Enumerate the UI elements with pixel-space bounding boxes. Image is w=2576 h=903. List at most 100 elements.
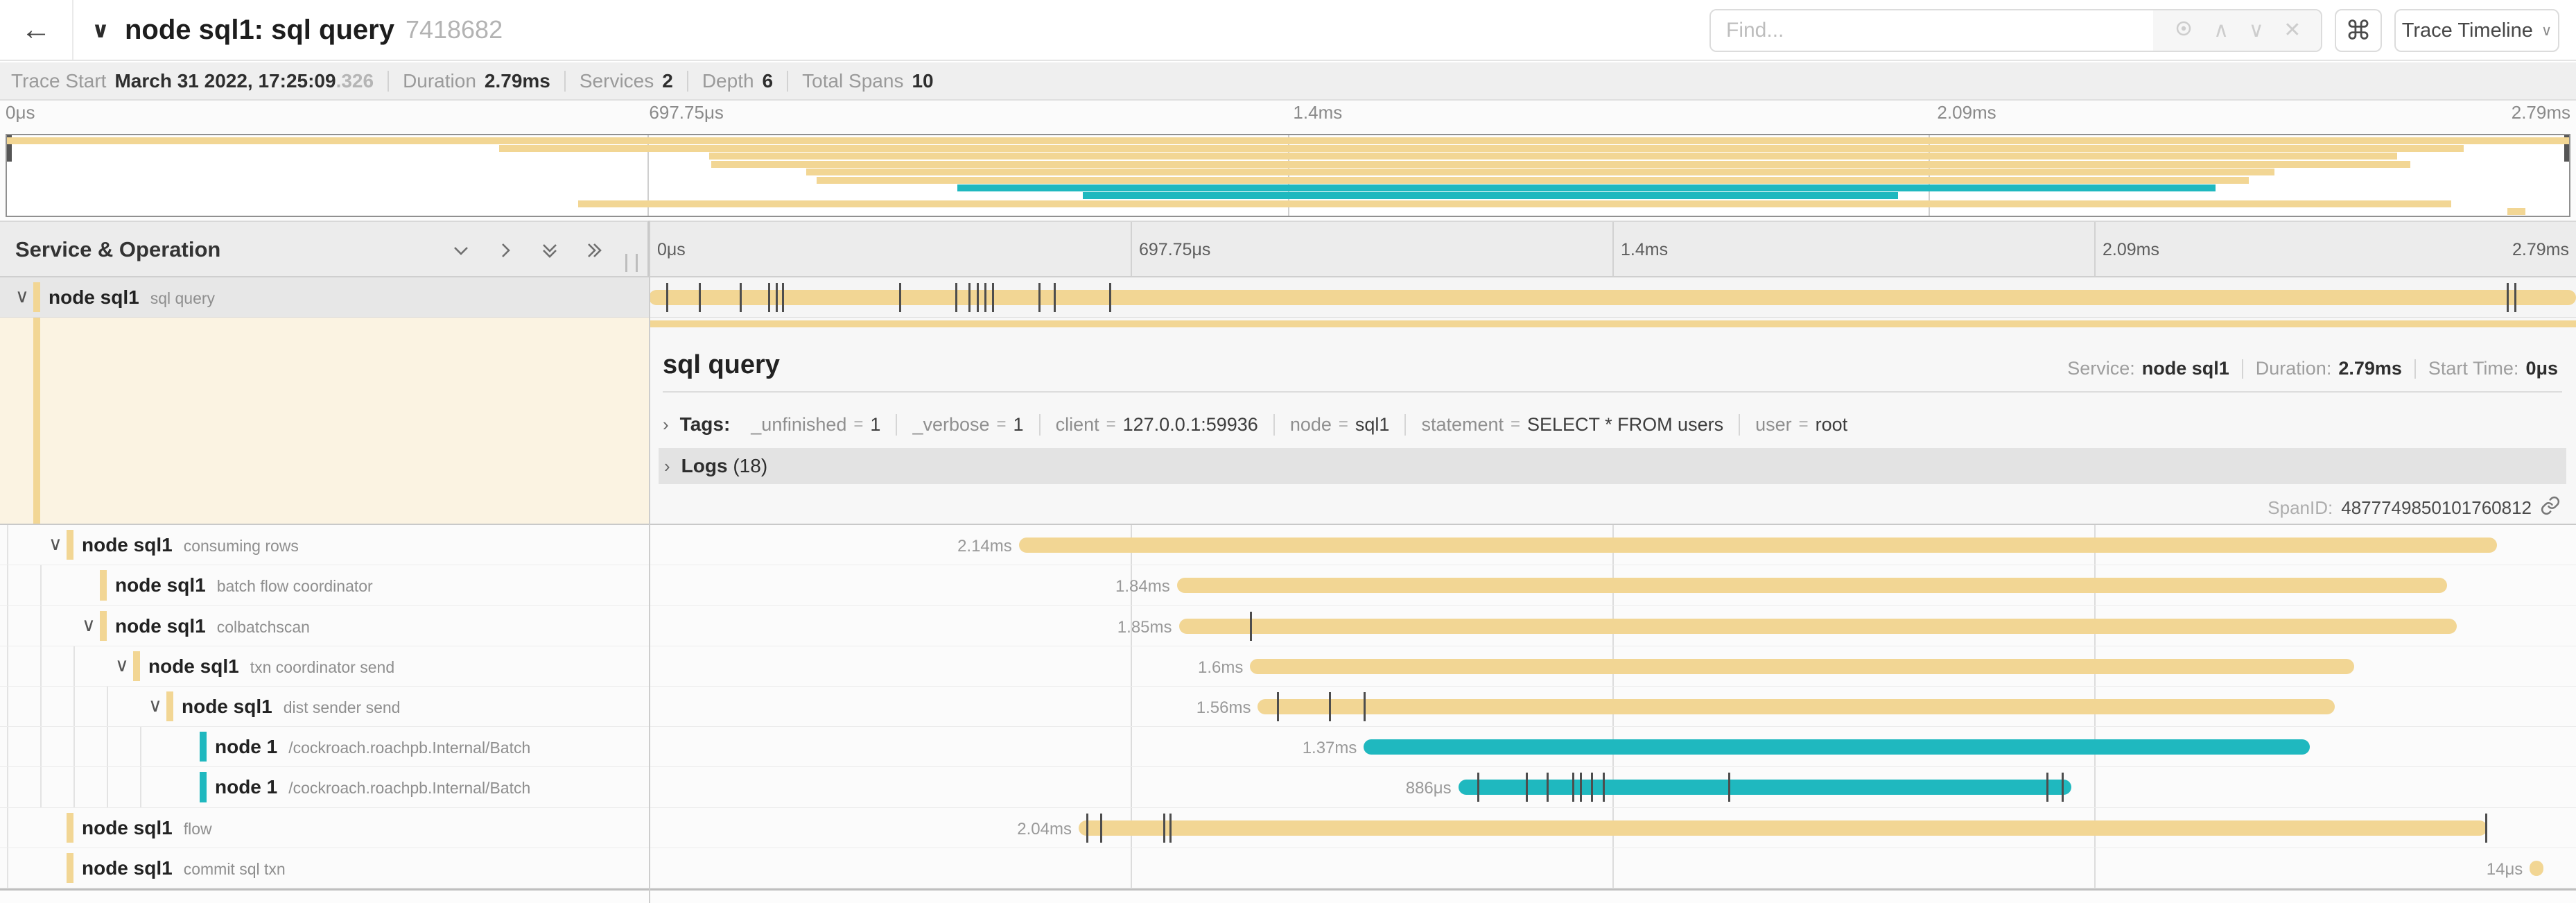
- prev-result-icon[interactable]: ∧: [2213, 20, 2229, 41]
- span-service-name[interactable]: node sql1batch flow coordinator: [115, 574, 373, 596]
- tag-value: 1: [1013, 414, 1024, 436]
- column-resizer-grip[interactable]: [625, 254, 638, 272]
- chevron-right-icon: ›: [663, 414, 669, 436]
- span-bar-cell[interactable]: 1.37ms: [649, 727, 2576, 766]
- tag-key: _unfinished: [751, 414, 846, 436]
- tree-guide-line: [107, 687, 108, 726]
- locate-icon[interactable]: [2173, 18, 2194, 43]
- span-service-name[interactable]: node 1/cockroach.roachpb.Internal/Batch: [215, 776, 530, 798]
- span-tree-cell[interactable]: ∨ node sql1txn coordinator send: [0, 646, 649, 686]
- span-operation-name: sql query: [150, 289, 215, 307]
- span-expander-icon[interactable]: ∨: [82, 616, 96, 635]
- span-row[interactable]: ∨ node sql1colbatchscan 1.85ms: [0, 606, 2576, 646]
- span-duration-label: 1.84ms: [1115, 577, 1170, 596]
- span-tree-cell[interactable]: ∨ node sql1sql query: [0, 277, 649, 317]
- clear-search-icon[interactable]: ✕: [2283, 20, 2301, 41]
- span-service-name[interactable]: node 1/cockroach.roachpb.Internal/Batch: [215, 736, 530, 758]
- span-tree-cell[interactable]: node 1/cockroach.roachpb.Internal/Batch: [0, 767, 649, 807]
- span-service-name[interactable]: node sql1txn coordinator send: [148, 655, 394, 678]
- span-row[interactable]: ∨ node sql1consuming rows 2.14ms: [0, 525, 2576, 565]
- span-bar-cell[interactable]: 886μs: [649, 767, 2576, 807]
- find-input[interactable]: [1711, 10, 2153, 51]
- span-row[interactable]: ∨ node sql1txn coordinator send 1.6ms: [0, 646, 2576, 687]
- span-bar-cell[interactable]: 1.85ms: [649, 606, 2576, 646]
- copy-link-icon[interactable]: [2540, 495, 2561, 521]
- span-detail-left-gutter: [0, 318, 649, 524]
- span-duration-bar[interactable]: [1179, 619, 2457, 634]
- log-tick-mark: [968, 283, 971, 312]
- span-tree-cell[interactable]: node sql1batch flow coordinator: [0, 565, 649, 605]
- span-duration-label: 1.56ms: [1196, 698, 1251, 718]
- span-bar-cell[interactable]: 1.6ms: [649, 646, 2576, 686]
- span-bar-cell[interactable]: 14μs: [649, 848, 2576, 888]
- span-tree-cell[interactable]: ∨ node sql1consuming rows: [0, 525, 649, 565]
- tree-guide-line: [107, 727, 108, 766]
- spanid-value: 4877749850101760812: [2341, 497, 2532, 519]
- axis-tick-0: 0μs: [657, 240, 686, 260]
- span-service-name[interactable]: node sql1colbatchscan: [115, 615, 310, 637]
- back-button[interactable]: ←: [0, 0, 73, 60]
- trace-id: 7418682: [406, 15, 503, 44]
- span-row[interactable]: node 1/cockroach.roachpb.Internal/Batch 8…: [0, 767, 2576, 807]
- span-duration-bar[interactable]: [1364, 739, 2310, 755]
- collapse-one-icon[interactable]: [449, 239, 473, 266]
- span-bar-cell[interactable]: 2.04ms: [649, 808, 2576, 848]
- span-tree-cell[interactable]: node sql1flow: [0, 808, 649, 848]
- span-expander-icon[interactable]: ∨: [148, 696, 162, 715]
- log-tick-mark: [1169, 814, 1172, 843]
- span-row[interactable]: ∨ node sql1sql query: [0, 277, 2576, 318]
- span-duration-label: 14μs: [2487, 860, 2523, 879]
- tag-item: _unfinished=1: [736, 414, 897, 436]
- log-tick-mark: [899, 283, 901, 312]
- view-selector-dropdown[interactable]: Trace Timeline ∨: [2394, 9, 2559, 52]
- span-duration-bar[interactable]: [1019, 538, 2497, 553]
- span-row[interactable]: node sql1commit sql txn 14μs: [0, 848, 2576, 888]
- expand-all-icon[interactable]: [582, 239, 606, 266]
- span-row[interactable]: node sql1batch flow coordinator 1.84ms: [0, 565, 2576, 605]
- span-tree-cell[interactable]: node 1/cockroach.roachpb.Internal/Batch: [0, 727, 649, 766]
- tag-value: SELECT * FROM users: [1527, 414, 1723, 436]
- log-tick-mark: [1364, 692, 1366, 721]
- span-tree-cell[interactable]: ∨ node sql1dist sender send: [0, 687, 649, 726]
- log-tick-mark: [1086, 814, 1088, 843]
- span-row[interactable]: ∨ node sql1dist sender send 1.56ms: [0, 687, 2576, 727]
- trace-collapse-icon[interactable]: ∨: [92, 17, 110, 43]
- span-operation-name: flow: [184, 820, 212, 838]
- minimap-canvas[interactable]: [6, 134, 2570, 217]
- log-tick-mark: [740, 283, 742, 312]
- next-result-icon[interactable]: ∨: [2249, 20, 2264, 41]
- span-service-name[interactable]: node sql1flow: [82, 817, 212, 839]
- span-tree-cell[interactable]: node sql1commit sql txn: [0, 848, 649, 888]
- span-expander-icon[interactable]: ∨: [49, 535, 62, 553]
- collapse-all-icon[interactable]: [538, 239, 562, 266]
- span-bar-cell[interactable]: [649, 277, 2576, 317]
- span-expander-icon[interactable]: ∨: [115, 656, 129, 675]
- span-service-name[interactable]: node sql1commit sql txn: [82, 857, 286, 879]
- expand-one-icon[interactable]: [494, 239, 517, 266]
- span-duration-bar[interactable]: [1177, 578, 2447, 593]
- log-tick-mark: [1477, 773, 1479, 802]
- span-duration-bar[interactable]: [1079, 820, 2487, 836]
- span-duration-bar[interactable]: [1257, 699, 2335, 714]
- logs-accordion[interactable]: › Logs (18): [659, 448, 2566, 484]
- span-duration-bar[interactable]: [1459, 780, 2071, 795]
- tags-accordion[interactable]: › Tags: _unfinished=1_verbose=1client=12…: [663, 406, 1863, 442]
- span-duration-bar[interactable]: [1250, 659, 2354, 674]
- span-service-name[interactable]: node sql1sql query: [49, 286, 215, 309]
- panel-divider[interactable]: [649, 221, 650, 903]
- span-service-name[interactable]: node sql1consuming rows: [82, 534, 299, 556]
- service-operation-header: Service & Operation: [0, 221, 649, 277]
- minimap-span-bar: [578, 200, 2451, 207]
- span-row[interactable]: node 1/cockroach.roachpb.Internal/Batch 1…: [0, 727, 2576, 767]
- span-row[interactable]: node sql1flow 2.04ms: [0, 808, 2576, 848]
- span-expander-icon[interactable]: ∨: [15, 287, 29, 306]
- span-bar-cell[interactable]: 1.56ms: [649, 687, 2576, 726]
- span-service-name[interactable]: node sql1dist sender send: [182, 696, 400, 718]
- span-bar-cell[interactable]: 1.84ms: [649, 565, 2576, 605]
- axis-tick-4: 2.79ms: [2512, 240, 2569, 260]
- span-tree-cell[interactable]: ∨ node sql1colbatchscan: [0, 606, 649, 646]
- span-duration-bar[interactable]: [649, 290, 2576, 305]
- keyboard-shortcuts-button[interactable]: ⌘: [2335, 9, 2382, 52]
- span-duration-bar[interactable]: [2530, 861, 2543, 876]
- span-bar-cell[interactable]: 2.14ms: [649, 525, 2576, 565]
